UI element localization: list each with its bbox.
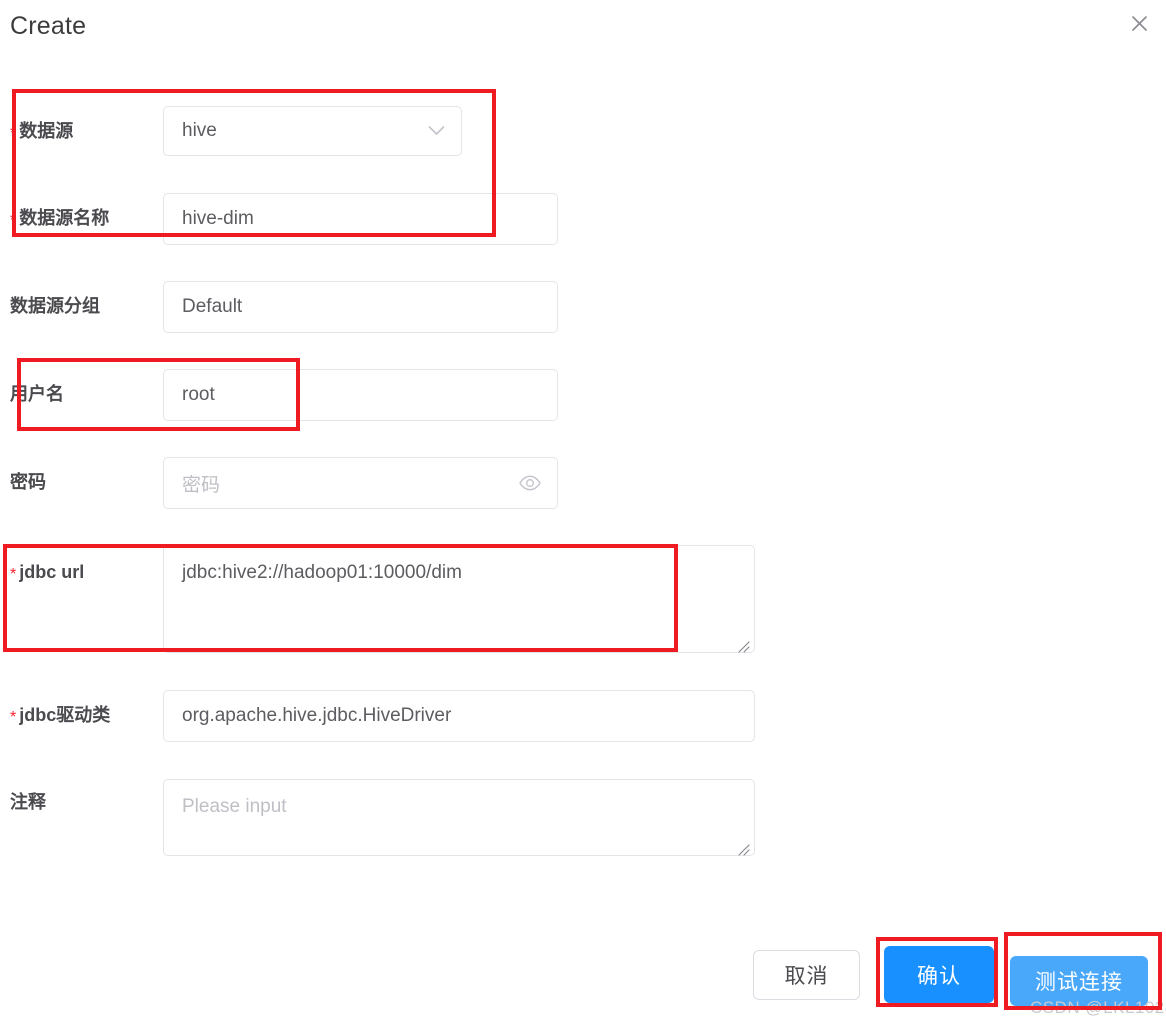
datasource-group-value: Default xyxy=(182,296,242,318)
page-title: Create xyxy=(10,11,86,41)
datasource-name-value: hive-dim xyxy=(182,208,254,230)
form-row-datasource-group: 数据源分组 Default xyxy=(0,281,1166,333)
create-datasource-dialog: Create *数据源 hive *数据源名称 hive-dim 数据源分组 xyxy=(0,0,1166,1025)
required-star: * xyxy=(10,212,16,229)
field-label-datasource-name: *数据源名称 xyxy=(10,207,109,231)
cancel-button[interactable]: 取消 xyxy=(753,950,860,1000)
confirm-button[interactable]: 确认 xyxy=(884,946,994,1003)
required-star: * xyxy=(10,566,16,583)
jdbc-driver-class-input[interactable]: org.apache.hive.jdbc.HiveDriver xyxy=(163,690,755,742)
form-row-comment: 注释 Please input xyxy=(0,779,1166,856)
form-row-datasource: *数据源 hive xyxy=(0,106,1166,156)
jdbc-driver-class-value: org.apache.hive.jdbc.HiveDriver xyxy=(182,705,451,727)
jdbc-url-value: jdbc:hive2://hadoop01:10000/dim xyxy=(182,560,462,586)
password-placeholder: 密码 xyxy=(182,470,220,497)
form-row-username: 用户名 root xyxy=(0,369,1166,421)
eye-icon[interactable] xyxy=(519,476,541,491)
jdbc-url-textarea[interactable]: jdbc:hive2://hadoop01:10000/dim xyxy=(163,545,755,653)
close-icon[interactable] xyxy=(1124,8,1154,38)
required-star: * xyxy=(10,709,16,726)
form-row-jdbc-driver-class: *jdbc驱动类 org.apache.hive.jdbc.HiveDriver xyxy=(0,690,1166,742)
datasource-select-value: hive xyxy=(182,120,217,142)
datasource-name-input[interactable]: hive-dim xyxy=(163,193,558,245)
form-row-jdbc-url: *jdbc url jdbc:hive2://hadoop01:10000/di… xyxy=(0,545,1166,653)
username-value: root xyxy=(182,384,215,406)
field-label-datasource: *数据源 xyxy=(10,120,73,144)
required-star: * xyxy=(10,125,16,142)
dialog-footer: 取消 确认 测试连接 xyxy=(0,930,1166,1025)
resize-handle-icon[interactable] xyxy=(736,635,750,649)
field-label-jdbc-url: *jdbc url xyxy=(10,561,84,585)
comment-textarea[interactable]: Please input xyxy=(163,779,755,856)
field-label-jdbc-driver-class: *jdbc驱动类 xyxy=(10,704,110,728)
form-row-datasource-name: *数据源名称 hive-dim xyxy=(0,193,1166,245)
dialog-header: Create xyxy=(0,0,1166,62)
password-input[interactable]: 密码 xyxy=(163,457,558,509)
form-row-password: 密码 密码 xyxy=(0,457,1166,509)
field-label-username: 用户名 xyxy=(10,383,64,405)
username-input[interactable]: root xyxy=(163,369,558,421)
datasource-group-input[interactable]: Default xyxy=(163,281,558,333)
field-label-datasource-group: 数据源分组 xyxy=(10,295,100,317)
datasource-select[interactable]: hive xyxy=(163,106,462,156)
field-label-password: 密码 xyxy=(10,471,46,493)
field-label-comment: 注释 xyxy=(10,791,46,813)
chevron-down-icon xyxy=(428,126,445,137)
watermark: CSDN @LKL1028 xyxy=(1030,998,1166,1018)
comment-placeholder: Please input xyxy=(182,794,287,820)
resize-handle-icon[interactable] xyxy=(736,838,750,852)
